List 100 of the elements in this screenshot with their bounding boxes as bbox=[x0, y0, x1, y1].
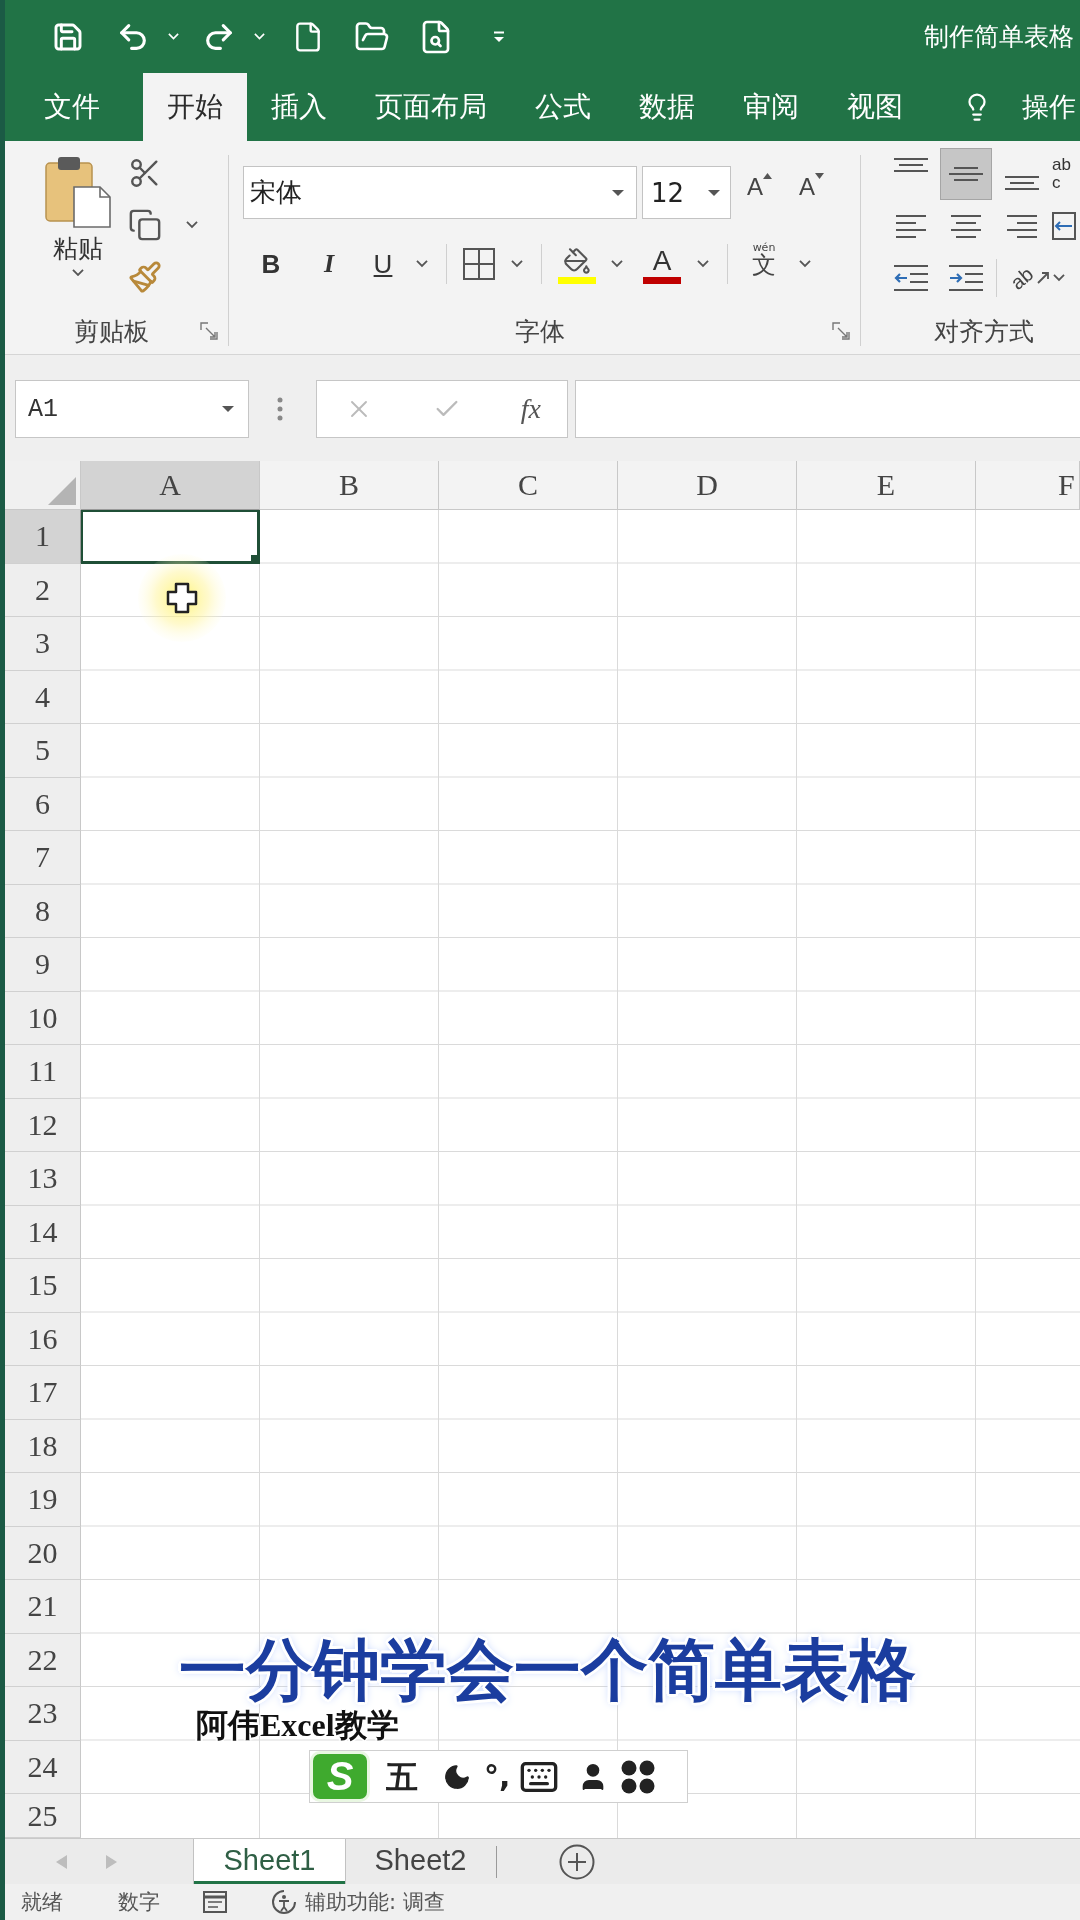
caret-down-icon[interactable] bbox=[799, 260, 811, 268]
row-header[interactable]: 7 bbox=[5, 831, 81, 885]
customize-dropdown-icon[interactable] bbox=[493, 30, 505, 43]
caret-down-icon[interactable] bbox=[611, 260, 623, 268]
ribbon-tab[interactable]: 视图 bbox=[823, 73, 927, 141]
accessibility-icon[interactable] bbox=[271, 1889, 297, 1915]
font-size-dropdown[interactable]: 12 bbox=[642, 166, 731, 219]
caret-down-icon[interactable] bbox=[1053, 274, 1066, 282]
four-dots-icon[interactable] bbox=[621, 1759, 656, 1794]
row-header[interactable]: 22 bbox=[5, 1633, 81, 1687]
grow-font-button[interactable]: A bbox=[747, 172, 781, 213]
row-header[interactable]: 8 bbox=[5, 884, 81, 938]
row-header[interactable]: 19 bbox=[5, 1473, 81, 1527]
group-label: 对齐方式 bbox=[933, 315, 1034, 348]
row-header[interactable]: 11 bbox=[5, 1045, 81, 1099]
underline-button[interactable]: U bbox=[365, 246, 401, 282]
row-header[interactable]: 16 bbox=[5, 1312, 81, 1366]
input-mode-toggle[interactable]: 五 bbox=[386, 1760, 418, 1793]
row-header[interactable]: 25 bbox=[5, 1794, 81, 1838]
dialog-launcher-icon[interactable] bbox=[832, 322, 850, 340]
orientation-button[interactable]: ab bbox=[996, 259, 1080, 297]
name-box[interactable]: A1 bbox=[15, 380, 249, 438]
row-header[interactable]: 9 bbox=[5, 938, 81, 992]
font-name-dropdown[interactable]: 宋体 bbox=[243, 166, 637, 219]
row-header[interactable]: 10 bbox=[5, 991, 81, 1045]
bold-button[interactable]: B bbox=[253, 246, 289, 282]
status-text: 数字 bbox=[118, 1889, 160, 1916]
row-header[interactable]: 4 bbox=[5, 670, 81, 724]
sheet-page-icon[interactable] bbox=[203, 1891, 227, 1913]
dropdown-arrow-icon[interactable] bbox=[612, 189, 624, 196]
dropdown-arrow-icon[interactable] bbox=[222, 406, 234, 412]
border-grid-icon[interactable] bbox=[463, 248, 495, 280]
column-header[interactable]: B bbox=[260, 461, 439, 510]
row-header[interactable]: 17 bbox=[5, 1366, 81, 1420]
cross-cursor-icon bbox=[138, 554, 226, 642]
clipboard-paste-icon[interactable] bbox=[45, 156, 111, 228]
row-header[interactable]: 21 bbox=[5, 1580, 81, 1634]
sheet-tab[interactable]: Sheet2 bbox=[345, 1839, 496, 1884]
tell-me-search[interactable]: 操作 bbox=[1022, 89, 1076, 125]
ribbon-tab[interactable]: 页面布局 bbox=[351, 73, 511, 141]
caret-down-icon[interactable] bbox=[72, 269, 84, 277]
diagonal-arrow-icon bbox=[1037, 272, 1050, 284]
column-header[interactable]: E bbox=[797, 461, 976, 510]
ribbon-tab[interactable]: 审阅 bbox=[719, 73, 823, 141]
ribbon-tab[interactable]: 文件 bbox=[20, 73, 124, 141]
ribbon-tab[interactable]: 插入 bbox=[247, 73, 351, 141]
dialog-launcher-icon[interactable] bbox=[200, 322, 218, 340]
row-header[interactable]: 18 bbox=[5, 1419, 81, 1473]
row-header[interactable]: 5 bbox=[5, 724, 81, 778]
row-header[interactable]: 12 bbox=[5, 1098, 81, 1152]
increase-indent-icon[interactable] bbox=[949, 265, 983, 291]
row-header[interactable]: 3 bbox=[5, 617, 81, 671]
align-center-icon[interactable] bbox=[951, 214, 981, 238]
caret-down-icon[interactable] bbox=[186, 221, 198, 229]
font-color-button[interactable]: A bbox=[642, 244, 682, 284]
align-bottom-icon[interactable] bbox=[1005, 176, 1039, 190]
copy-icon[interactable] bbox=[128, 208, 162, 242]
paste-button[interactable]: 粘贴 bbox=[38, 156, 118, 310]
italic-button[interactable]: I bbox=[311, 246, 347, 282]
formula-input[interactable] bbox=[575, 380, 1080, 438]
row-header[interactable]: 1 bbox=[5, 510, 81, 564]
caret-down-icon[interactable] bbox=[697, 260, 709, 268]
row-header[interactable]: 20 bbox=[5, 1526, 81, 1580]
accessibility-status-text[interactable]: 辅助功能: 调查 bbox=[305, 1888, 445, 1916]
row-header[interactable]: 23 bbox=[5, 1687, 81, 1741]
column-header[interactable]: A bbox=[81, 461, 260, 510]
align-left-icon[interactable] bbox=[896, 214, 926, 238]
align-right-icon[interactable] bbox=[1007, 214, 1037, 238]
fill-handle[interactable] bbox=[251, 554, 260, 564]
row-header[interactable]: 15 bbox=[5, 1259, 81, 1313]
insert-function-button[interactable]: fx bbox=[520, 393, 541, 425]
ribbon-tab[interactable]: 数据 bbox=[615, 73, 719, 141]
shrink-font-button[interactable]: A bbox=[799, 172, 833, 213]
window-title: 制作简单表格 bbox=[924, 21, 1075, 53]
column-header[interactable]: C bbox=[439, 461, 618, 510]
caret-up-icon bbox=[763, 172, 772, 179]
selected-cell[interactable] bbox=[81, 510, 260, 564]
align-top-icon[interactable] bbox=[894, 158, 928, 172]
caret-down-icon[interactable] bbox=[511, 260, 523, 268]
ribbon-tab[interactable]: 公式 bbox=[511, 73, 615, 141]
row-header[interactable]: 14 bbox=[5, 1205, 81, 1259]
decrease-indent-icon[interactable] bbox=[894, 265, 928, 291]
add-sheet-icon[interactable] bbox=[559, 1843, 595, 1880]
column-header[interactable]: F bbox=[976, 461, 1080, 510]
triangle-icon bbox=[48, 477, 76, 505]
punctuation-toggle[interactable]: °, bbox=[484, 1761, 511, 1792]
row-header[interactable]: 24 bbox=[5, 1740, 81, 1794]
dropdown-arrow-icon[interactable] bbox=[708, 189, 720, 196]
sheet-tab[interactable]: Sheet1 bbox=[194, 1839, 345, 1884]
ribbon-tab[interactable]: 开始 bbox=[143, 73, 247, 141]
align-middle-icon[interactable] bbox=[949, 167, 983, 181]
paintbrush-icon[interactable] bbox=[128, 260, 162, 294]
align-middle-button[interactable] bbox=[940, 148, 992, 200]
row-header[interactable]: 6 bbox=[5, 777, 81, 831]
row-header[interactable]: 2 bbox=[5, 563, 81, 617]
caret-down-icon[interactable] bbox=[416, 260, 428, 268]
phonetic-guide-button[interactable]: wén 文 bbox=[744, 242, 784, 286]
wrap-text-button[interactable]: ab c bbox=[1052, 156, 1071, 192]
row-header[interactable]: 13 bbox=[5, 1152, 81, 1206]
column-header[interactable]: D bbox=[618, 461, 797, 510]
